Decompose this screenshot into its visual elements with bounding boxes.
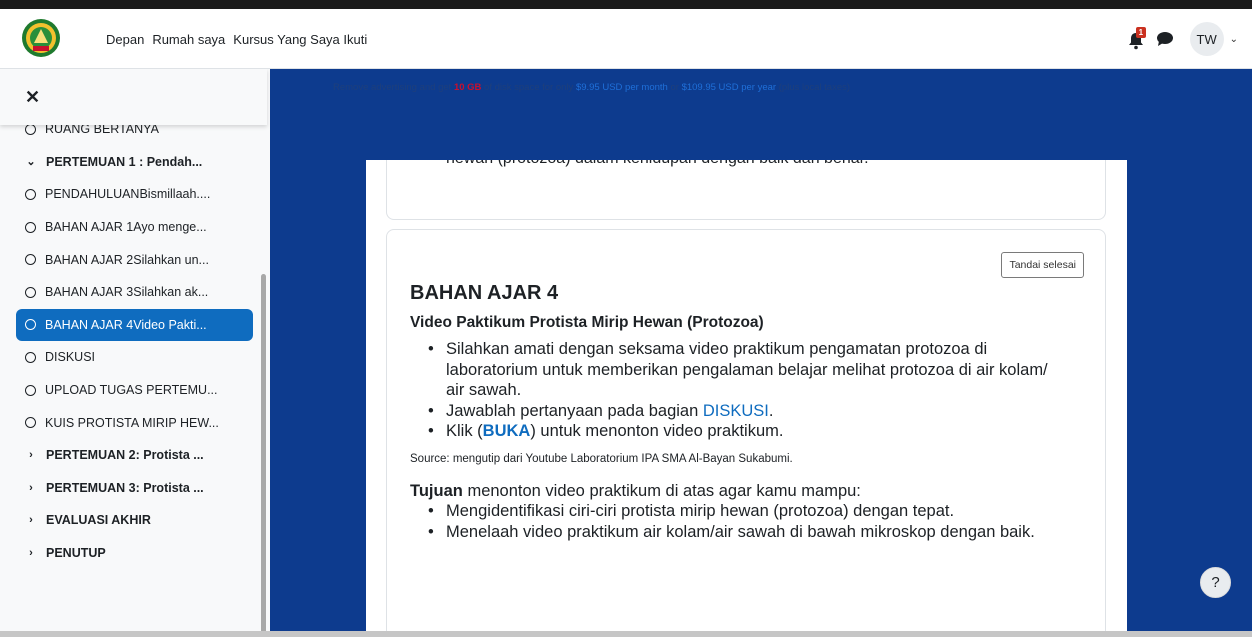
school-logo[interactable] — [21, 18, 61, 58]
course-section-item[interactable]: › PENUTUP — [0, 537, 262, 570]
circle-icon — [25, 319, 36, 331]
list-item: Silahkan amati dengan seksama video prak… — [428, 339, 1050, 401]
course-index-label: UPLOAD TUGAS PERTEMU... — [45, 383, 218, 398]
course-section-label: EVALUASI AKHIR — [46, 513, 151, 528]
circle-icon — [25, 351, 36, 363]
ad-text: or — [667, 82, 682, 93]
close-icon[interactable]: ✕ — [25, 87, 40, 108]
course-index-label: PENDAHULUANBismillaah.... — [45, 187, 211, 202]
nav-link-home[interactable]: Depan — [106, 32, 144, 47]
objective-text: menonton video praktikum di atas agar ka… — [462, 481, 861, 500]
activity-body: Silahkan amati dengan seksama video prak… — [410, 339, 1050, 542]
course-index-list: RUANG BERTANYA ⌄ PERTEMUAN 1 : Pendah... … — [0, 113, 262, 569]
messages-chat-icon[interactable] — [1156, 31, 1174, 47]
course-section-label: PERTEMUAN 3: Protista ... — [46, 480, 204, 495]
course-index-item[interactable]: BAHAN AJAR 1Ayo menge... — [0, 211, 262, 244]
course-index-item[interactable]: KUIS PROTISTA MIRIP HEW... — [0, 406, 262, 439]
list-item-text: Klik ( — [446, 422, 483, 440]
objective-list: Mengidentifikasi ciri-ciri protista miri… — [410, 501, 1050, 542]
horizontal-scrollbar[interactable] — [0, 631, 1252, 637]
user-menu-area: 1 TW ⌄ — [1128, 9, 1238, 69]
ad-price-month-link[interactable]: $9.95 USD per month — [576, 82, 668, 93]
chevron-down-icon: ⌄ — [26, 156, 36, 169]
drawer-header: ✕ — [0, 69, 267, 125]
instruction-list: Silahkan amati dengan seksama video prak… — [410, 339, 1050, 442]
course-index-item-active[interactable]: BAHAN AJAR 4Video Pakti... — [16, 308, 253, 342]
chevron-right-icon: › — [29, 481, 33, 494]
chevron-right-icon: › — [29, 547, 33, 560]
mark-as-done-button[interactable]: Tandai selesai — [1001, 252, 1084, 278]
activity-card-bahan-ajar-4: Tandai selesai BAHAN AJAR 4 Video Paktik… — [386, 229, 1106, 637]
course-index-label: BAHAN AJAR 1Ayo menge... — [45, 220, 207, 235]
primary-navigation: Depan Rumah saya Kursus Yang Saya Ikuti — [106, 9, 367, 69]
course-index-label: KUIS PROTISTA MIRIP HEW... — [45, 415, 219, 430]
activity-subtitle: Video Paktikum Protista Mirip Hewan (Pro… — [410, 314, 764, 331]
source-note: Source: mengutip dari Youtube Laboratori… — [410, 452, 793, 465]
navbar: Depan Rumah saya Kursus Yang Saya Ikuti … — [0, 9, 1252, 69]
chevron-right-icon: › — [29, 449, 33, 462]
list-item-text: ) untuk menonton video praktikum. — [530, 422, 784, 440]
chevron-right-icon: › — [29, 514, 33, 527]
circle-icon — [25, 384, 36, 396]
chevron-down-icon[interactable]: ⌄ — [1230, 34, 1238, 45]
list-item: Mengidentifikasi ciri-ciri protista miri… — [428, 501, 1050, 522]
circle-icon — [25, 221, 36, 233]
diskusi-link[interactable]: DISKUSI — [703, 402, 769, 420]
nav-link-dashboard[interactable]: Rumah saya — [152, 32, 225, 47]
course-index-label: DISKUSI — [45, 350, 96, 365]
main-content-area: Remove advertising and get 10 GB of disk… — [270, 69, 1252, 637]
circle-icon — [25, 286, 36, 298]
activity-title: BAHAN AJAR 4 — [410, 282, 559, 304]
ad-text: Remove advertising and get — [333, 82, 454, 93]
circle-icon — [25, 188, 36, 200]
list-item: Menelaah video praktikum air kolam/air s… — [428, 522, 1050, 543]
list-item: Klik (BUKA) untuk menonton video praktik… — [428, 421, 1050, 442]
circle-icon — [25, 123, 36, 135]
notification-count-badge: 1 — [1135, 27, 1147, 38]
list-item-text: Jawablah pertanyaan pada bagian — [446, 401, 703, 420]
list-item: Jawablah pertanyaan pada bagian DISKUSI. — [428, 401, 1050, 422]
ad-text: of disk space for only — [481, 82, 576, 93]
ad-highlight: 10 GB — [453, 82, 482, 93]
course-section-item[interactable]: › PERTEMUAN 3: Protista ... — [0, 472, 262, 505]
course-index-label: BAHAN AJAR 2Silahkan un... — [45, 252, 209, 267]
course-index-label: BAHAN AJAR 4Video Pakti... — [45, 317, 207, 332]
circle-icon — [25, 254, 36, 266]
course-index-item[interactable]: BAHAN AJAR 3Silahkan ak... — [0, 276, 262, 309]
course-section-item[interactable]: › PERTEMUAN 2: Protista ... — [0, 439, 262, 472]
activity-card-previous: hewan (protozoa) dalam kehidupan dengan … — [386, 160, 1106, 220]
circle-icon — [25, 417, 36, 429]
course-section-label: PERTEMUAN 2: Protista ... — [46, 448, 204, 463]
course-index-item[interactable]: UPLOAD TUGAS PERTEMU... — [0, 374, 262, 407]
ad-price-year-link[interactable]: $109.95 USD per year — [682, 82, 777, 93]
ad-text: (plus local taxes) — [776, 82, 851, 93]
course-index-item[interactable]: BAHAN AJAR 2Silahkan un... — [0, 243, 262, 276]
course-index-label: BAHAN AJAR 3Silahkan ak... — [45, 285, 209, 300]
course-section-label: PERTEMUAN 1 : Pendah... — [46, 154, 203, 169]
sidebar-scrollbar[interactable] — [261, 274, 266, 634]
course-index-item[interactable]: PENDAHULUANBismillaah.... — [0, 178, 262, 211]
advertising-banner: Remove advertising and get 10 GB of disk… — [333, 82, 850, 93]
user-avatar[interactable]: TW — [1189, 22, 1224, 56]
course-index-drawer: ✕ RUANG BERTANYA ⌄ PERTEMUAN 1 : Pendah..… — [0, 69, 270, 637]
browser-top-strip — [0, 0, 1252, 9]
list-item-text: . — [768, 401, 774, 420]
activity-description-text: hewan (protozoa) dalam kehidupan dengan … — [446, 160, 869, 168]
objective-heading: Tujuan menonton video praktikum di atas … — [410, 481, 1050, 502]
buka-video-link[interactable]: BUKA — [483, 422, 531, 440]
course-section-item[interactable]: ⌄ PERTEMUAN 1 : Pendah... — [0, 146, 262, 179]
course-index-item[interactable]: DISKUSI — [0, 341, 262, 374]
notification-bell-icon[interactable]: 1 — [1128, 27, 1147, 50]
nav-link-my-courses[interactable]: Kursus Yang Saya Ikuti — [233, 32, 367, 47]
objective-label: Tujuan — [410, 481, 463, 500]
help-button[interactable]: ? — [1200, 567, 1231, 598]
course-section-label: PENUTUP — [46, 546, 106, 561]
course-section-item[interactable]: › EVALUASI AKHIR — [0, 504, 262, 537]
